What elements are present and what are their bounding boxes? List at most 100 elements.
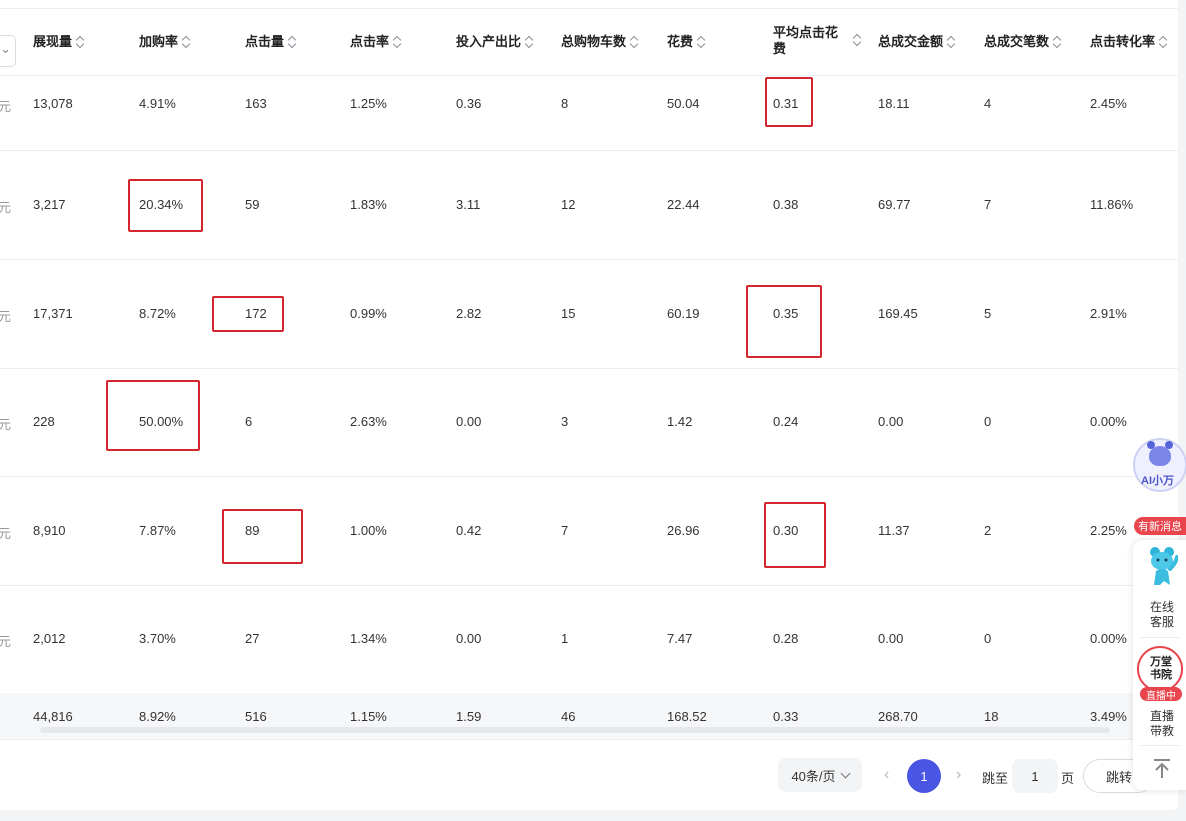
row-unit-prefix: 元 xyxy=(0,99,12,114)
col-avg-cpc[interactable]: 平均点击花 费 xyxy=(773,25,863,57)
academy-button[interactable]: 万堂书院 xyxy=(1137,646,1183,692)
divider xyxy=(1140,745,1180,746)
sort-icon[interactable] xyxy=(853,34,861,46)
table-cell: 50.04 xyxy=(667,96,700,111)
table-cell: 1.00% xyxy=(350,523,387,538)
table-cell: 4.91% xyxy=(139,96,176,111)
sort-icon[interactable] xyxy=(630,36,638,48)
table-cell: 163 xyxy=(245,96,267,111)
highlight-box xyxy=(746,285,822,358)
table-cell: 169.45 xyxy=(878,306,918,321)
table-row: 元 8,910 7.87% 89 1.00% 0.42 7 26.96 0.30 11.37 2 2.… xyxy=(0,476,1178,586)
table-cell: 0.42 xyxy=(456,523,482,538)
sort-icon[interactable] xyxy=(1159,36,1167,48)
col-total-orders[interactable]: 总成交笔数 xyxy=(984,34,1061,50)
table-cell: 1 xyxy=(561,631,569,646)
back-to-top-icon[interactable] xyxy=(1150,756,1174,780)
col-total-gmv[interactable]: 总成交金额 xyxy=(878,34,955,50)
table-header: ⌄ 展现量 加购率 点击量 点击率 投入产出比 总购物车数 花费 平均点击花 费… xyxy=(0,9,1178,76)
table-cell: 3.70% xyxy=(139,631,176,646)
sort-icon[interactable] xyxy=(1053,36,1061,48)
table-cell: 2.63% xyxy=(350,414,387,429)
customer-service-mascot-icon[interactable] xyxy=(1146,545,1178,589)
table-cell: 3 xyxy=(561,414,569,429)
table-cell: 0.99% xyxy=(350,306,387,321)
page-number-current[interactable]: 1 xyxy=(907,759,941,793)
col-roi[interactable]: 投入产出比 xyxy=(456,34,533,50)
academy-label: 万堂书院 xyxy=(1150,656,1172,681)
col-add-cart-rate[interactable]: 加购率 xyxy=(139,34,190,50)
table-cell: 0.00 xyxy=(456,631,482,646)
summary-cell: 168.52 xyxy=(667,709,707,724)
table-cell: 0.00 xyxy=(878,631,904,646)
sort-icon[interactable] xyxy=(288,36,296,48)
horizontal-scrollbar[interactable] xyxy=(40,727,1110,733)
sort-icon[interactable] xyxy=(76,36,84,48)
next-page-icon[interactable]: › xyxy=(956,766,961,784)
summary-cell: 18 xyxy=(984,709,999,724)
table-cell: 0 xyxy=(984,414,992,429)
ai-mascot-icon xyxy=(1147,441,1173,466)
report-card: ⌄ 展现量 加购率 点击量 点击率 投入产出比 总购物车数 花费 平均点击花 费… xyxy=(0,0,1178,810)
sort-icon[interactable] xyxy=(697,36,705,48)
summary-cell: 8.92% xyxy=(139,709,176,724)
jump-label: 跳至 xyxy=(982,771,1009,786)
col-clicks[interactable]: 点击量 xyxy=(245,34,296,50)
highlight-box xyxy=(764,502,826,568)
table-cell: 228 xyxy=(33,414,55,429)
table-cell: 17,371 xyxy=(33,306,73,321)
table-row: 元 13,078 4.91% 163 1.25% 0.36 8 50.04 0.31 18.11 4… xyxy=(0,76,1178,151)
table-row: 元 2,012 3.70% 27 1.34% 0.00 1 7.47 0.28 0.00 0 0.00… xyxy=(0,585,1178,694)
table-cell: 3,217 xyxy=(33,197,66,212)
sort-icon[interactable] xyxy=(947,36,955,48)
table-cell: 1.25% xyxy=(350,96,387,111)
sort-icon[interactable] xyxy=(393,36,401,48)
summary-cell: 1.15% xyxy=(350,709,387,724)
summary-cell: 268.70 xyxy=(878,709,918,724)
table-cell: 7.47 xyxy=(667,631,693,646)
table-cell: 2 xyxy=(984,523,992,538)
table-cell: 1.83% xyxy=(350,197,387,212)
sort-icon[interactable] xyxy=(182,36,190,48)
customer-service-label[interactable]: 在线客服 xyxy=(1147,600,1177,630)
summary-cell: 516 xyxy=(245,709,267,724)
divider xyxy=(1140,637,1180,638)
table-cell: 8,910 xyxy=(33,523,66,538)
row-unit-prefix: 元 xyxy=(0,417,12,432)
table-cell: 22.44 xyxy=(667,197,700,212)
table-cell: 1.42 xyxy=(667,414,693,429)
page-size-select[interactable]: 40条/页 xyxy=(778,758,862,792)
table-cell: 5 xyxy=(984,306,992,321)
chevron-down-icon: ⌄ xyxy=(0,41,11,56)
summary-cell: 1.59 xyxy=(456,709,482,724)
table-cell: 7 xyxy=(984,197,992,212)
live-teaching-label[interactable]: 直播带教 xyxy=(1147,709,1177,739)
table-cell: 8 xyxy=(561,96,569,111)
table-cell: 2,012 xyxy=(33,631,66,646)
prev-page-icon[interactable]: ‹ xyxy=(884,766,889,784)
table-cell: 0 xyxy=(984,631,992,646)
summary-cell: 3.49% xyxy=(1090,709,1127,724)
table-cell: 1.34% xyxy=(350,631,387,646)
table-cell: 12 xyxy=(561,197,576,212)
jump-page-input[interactable] xyxy=(1012,759,1058,793)
table-cell: 18.11 xyxy=(878,96,910,111)
table-cell: 0.00% xyxy=(1090,631,1127,646)
col-cvr[interactable]: 点击转化率 xyxy=(1090,34,1167,50)
highlight-box xyxy=(212,296,284,332)
summary-cell: 0.33 xyxy=(773,709,799,724)
select-all-checkbox[interactable]: ⌄ xyxy=(0,35,16,67)
row-unit-prefix: 元 xyxy=(0,634,12,649)
col-total-carts[interactable]: 总购物车数 xyxy=(561,34,638,50)
sort-icon[interactable] xyxy=(525,36,533,48)
col-cost[interactable]: 花费 xyxy=(667,34,705,50)
table-cell: 69.77 xyxy=(878,197,911,212)
ai-assistant-button[interactable]: AI小万 xyxy=(1133,438,1186,492)
highlight-box xyxy=(128,179,203,232)
table-cell: 7 xyxy=(561,523,569,538)
live-badge: 直播中 xyxy=(1140,687,1182,702)
col-impressions[interactable]: 展现量 xyxy=(33,34,84,50)
col-ctr[interactable]: 点击率 xyxy=(350,34,401,50)
table-cell: 13,078 xyxy=(33,96,73,111)
table-cell: 0.00 xyxy=(878,414,904,429)
